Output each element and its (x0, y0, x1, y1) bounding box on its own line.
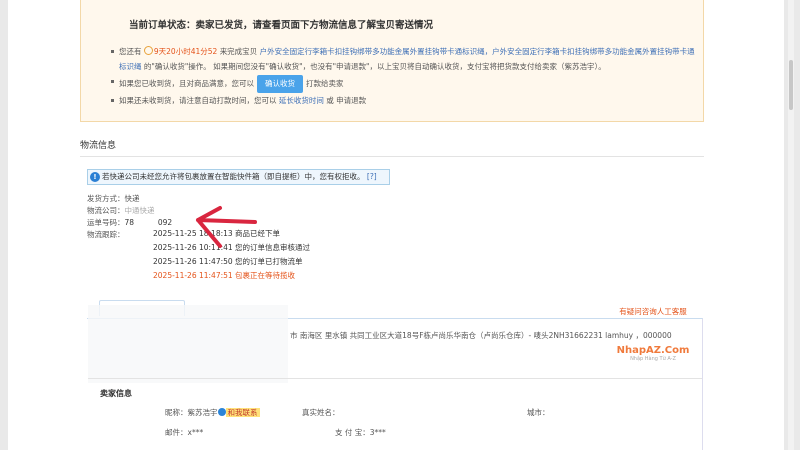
divider (88, 378, 702, 379)
order-status-title: 当前订单状态：卖家已发货，请查看页面下方物流信息了解宝贝寄送情况 (129, 20, 434, 31)
ship-method: 发货方式：快递 (87, 194, 140, 203)
divider (80, 156, 704, 157)
info-icon: ! (90, 172, 100, 182)
watermark-logo: 有疑问咨询人工客服 NhapAZ.Com Nhập Hàng Từ A-Z (605, 306, 701, 362)
tracking-event-latest: 2025-11-26 11:47:51 包裹正在等待揽收 (153, 271, 296, 280)
help-link[interactable]: [?] (367, 172, 377, 181)
extend-receipt-link[interactable]: 延长收货时间 (279, 96, 324, 105)
auto-confirm-notice: 您还有 9天20小时41分52 来完成宝贝 户外安全固定行李箱卡扣挂钩绑带多功能… (111, 44, 696, 74)
clock-icon (143, 46, 153, 55)
refund-link[interactable]: 申请退款 (336, 96, 366, 105)
seller-nickname: 昵称：紫苏浩宇 和我联系 (165, 408, 260, 417)
redacted-area (88, 305, 288, 383)
countdown-timer: 9天20小时41分52 (153, 47, 218, 56)
tracking-event: 2025-11-26 11:47:50 您的订单已打物流单 (153, 257, 303, 266)
chat-icon (217, 408, 226, 416)
confirm-notice: 如果您已收到货，且对商品满意，您可以 确认收货 打款给卖家 (111, 74, 696, 93)
contact-seller-button[interactable]: 和我联系 (225, 408, 260, 417)
seller-email: 邮件：x*** (165, 428, 204, 437)
logistics-title: 物流信息 (80, 141, 117, 151)
tracking-label: 物流跟踪： (87, 230, 125, 239)
seller-realname: 真实姓名： (302, 408, 340, 417)
logistics-company: 物流公司：中通快递 (87, 206, 155, 215)
parcel-locker-notice: ! 若快递公司未经您允许将包裹放置在智能快件箱（即自提柜）中，您有权拒收。 [?] (87, 169, 390, 185)
customer-service-link[interactable]: 有疑问咨询人工客服 (605, 306, 701, 317)
extend-notice: 如果还未收到货，请注意自动打款时间，您可以 延长收货时间 或 申请退款 (111, 93, 696, 108)
scrollbar[interactable] (788, 0, 794, 450)
seller-city: 城市： (527, 408, 550, 417)
order-status-panel: 当前订单状态：卖家已发货，请查看页面下方物流信息了解宝贝寄送情况 您还有 9天2… (80, 0, 704, 122)
confirm-receipt-button[interactable]: 确认收货 (257, 75, 303, 93)
scrollbar-thumb[interactable] (789, 60, 793, 110)
seller-alipay: 支 付 宝：3*** (335, 428, 386, 437)
seller-info-title: 卖家信息 (100, 389, 132, 398)
annotation-arrow-icon (196, 206, 257, 248)
